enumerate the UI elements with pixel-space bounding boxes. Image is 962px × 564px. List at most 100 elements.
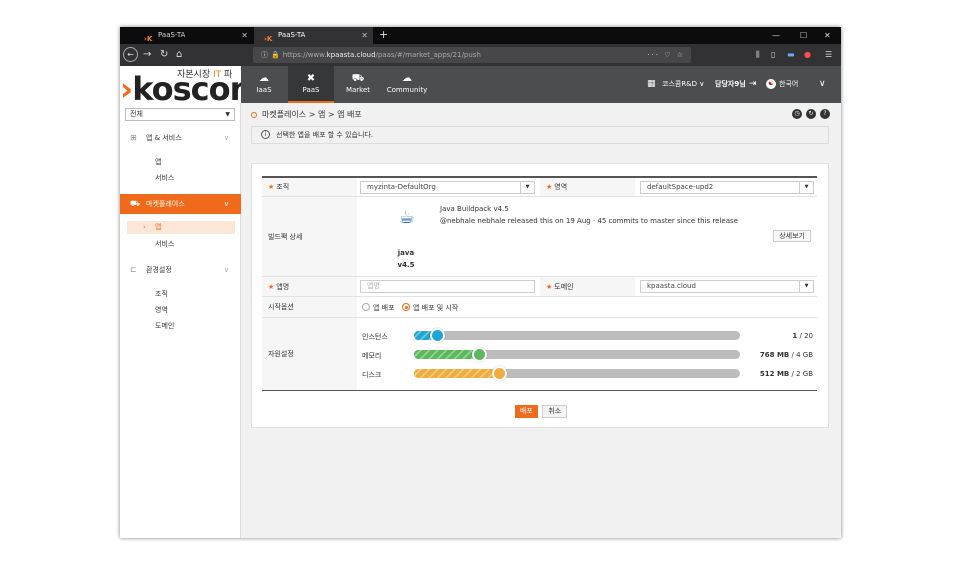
window-close-button[interactable]: ✕ <box>824 27 831 44</box>
url-bar[interactable]: ⓘ 🔒 https://www.kpaasta.cloud/paas/#/marke… <box>253 47 691 63</box>
resource-label: 자원설정 <box>262 318 357 390</box>
grid-icon[interactable]: ▦ <box>647 66 656 103</box>
refresh-icon[interactable]: ↻ <box>806 109 816 119</box>
radio-selected-icon <box>402 303 410 311</box>
sidebar-toggle-icon[interactable]: ▯ <box>771 44 775 66</box>
memory-slider-track[interactable] <box>414 350 740 359</box>
space-label: 영역 <box>554 183 568 191</box>
caret-down-icon: ▼ <box>799 281 813 292</box>
nav-iaas[interactable]: ☁ IaaS <box>241 66 287 103</box>
disk-value: 512 MB / 2 GB <box>759 370 813 378</box>
close-tab-icon[interactable]: ✕ <box>241 27 248 44</box>
url-scheme: https://www. <box>282 51 327 59</box>
reload-icon[interactable]: ↻ <box>160 47 168 63</box>
required-star-icon: ★ <box>546 282 553 291</box>
domain-select[interactable]: kpaasta.cloud ▼ <box>640 280 814 293</box>
logout-icon[interactable]: ⇥ <box>749 66 757 103</box>
cart-icon: ⛟ <box>351 73 365 84</box>
row-resources: 자원설정 인스턴스 1 / 20 메모리 768 MB / 4 GB 디스크 5… <box>262 318 817 390</box>
browser-window: ›K PaaS-TA ✕ ›K PaaS-TA ✕ + — ☐ ✕ ← → ↻ … <box>120 27 841 538</box>
korea-flag-icon: ☯ <box>766 79 776 89</box>
menu-icon[interactable]: ☰ <box>825 44 832 66</box>
radio-deploy-only[interactable]: 앱 배포 <box>362 303 395 313</box>
sidebar-group-settings[interactable]: ⊏ 환경설정 ∨ <box>120 263 241 277</box>
koscom-logo[interactable]: 자본시장 IT 파 ›koscom <box>120 66 241 103</box>
row-org-space: ★ 조직 myzinta-DefaultOrg ▼ ★ 영역 defaultSpace… <box>262 178 817 197</box>
disk-label: 디스크 <box>362 371 382 379</box>
app-name-input[interactable]: 앱명 <box>360 280 535 293</box>
notice-box: i 선택한 앱을 배포 할 수 있습니다. <box>251 126 829 144</box>
extension-red-icon[interactable]: ● <box>804 44 811 66</box>
close-tab-icon[interactable]: ✕ <box>361 27 368 44</box>
sidebar-item-domain[interactable]: 도메인 <box>155 321 174 331</box>
extension-icon[interactable]: ▬ <box>787 44 795 66</box>
sidebar-item-market-apps[interactable]: › 앱 <box>127 221 235 234</box>
browser-tab[interactable]: ›K PaaS-TA ✕ <box>134 27 253 44</box>
back-icon[interactable]: ← <box>123 47 138 62</box>
sidebar-item-market-services[interactable]: 서비스 <box>155 239 174 249</box>
sidebar-group-apps-services[interactable]: ⊞ 앱 & 서비스 ∨ <box>120 131 241 145</box>
history-icon[interactable]: ◷ <box>792 109 802 119</box>
browser-tab-active[interactable]: ›K PaaS-TA ✕ <box>254 27 373 44</box>
sidebar-item-space[interactable]: 영역 <box>155 305 168 315</box>
row-appname-domain: ★ 앱명 앱명 ★ 도메인 kpaasta.cloud ▼ <box>262 277 817 297</box>
disk-slider-track[interactable] <box>414 369 740 378</box>
start-option-label: 시작옵션 <box>262 297 357 317</box>
nav-market[interactable]: ⛟ Market <box>335 66 381 103</box>
scope-select[interactable]: 전체 ▼ <box>125 108 235 121</box>
required-star-icon: ★ <box>268 282 275 291</box>
main-content: 마켓플레이스 > 앱 > 앱 배포 ◷ ↻? i 선택한 앱을 배포 할 수 있습니… <box>241 103 841 538</box>
app-header: 자본시장 IT 파 ›koscom ☁ IaaS ✖ PaaS ⛟ Market… <box>120 66 841 103</box>
org-label: 조직 <box>276 183 290 191</box>
caret-down-icon: ▼ <box>520 182 534 193</box>
info-icon: i <box>261 130 270 139</box>
sidebar-group-marketplace[interactable]: ⛟ 마켓플레이스 ∨ <box>120 194 241 214</box>
home-icon[interactable]: ⌂ <box>176 47 182 63</box>
required-star-icon: ★ <box>546 183 553 191</box>
maximize-button[interactable]: ☐ <box>800 27 807 44</box>
nav-community[interactable]: ☁ Community <box>382 66 432 103</box>
memory-value: 768 MB / 4 GB <box>759 351 813 359</box>
memory-slider-handle[interactable] <box>471 347 487 362</box>
instance-slider-track[interactable] <box>414 331 740 340</box>
language-selector[interactable]: ☯ 한국어 <box>766 66 798 103</box>
library-icon[interactable]: ⫼ <box>756 44 760 66</box>
memory-slider-fill <box>414 350 479 359</box>
space-select[interactable]: defaultSpace-upd2 ▼ <box>640 181 814 194</box>
lock-icon: 🔒 <box>271 51 280 59</box>
deploy-button[interactable]: 배포 <box>514 405 538 418</box>
forward-icon[interactable]: → <box>143 47 151 63</box>
caret-down-icon: ▼ <box>799 182 813 193</box>
radio-deploy-and-start[interactable]: 앱 배포 및 시작 <box>402 303 458 313</box>
tools-icon: ✖ <box>306 73 316 84</box>
url-path: /paas/#/market_apps/21/push <box>375 51 481 59</box>
detail-button[interactable]: 상세보기 <box>773 230 811 242</box>
chevron-down-icon: ∨ <box>223 266 229 274</box>
breadcrumb: 마켓플레이스 > 앱 > 앱 배포 <box>251 109 362 120</box>
chevron-down-icon[interactable]: ∨ <box>819 66 826 103</box>
buildpack-description: @nebhale nebhale released this on 19 Aug… <box>440 217 738 225</box>
row-buildpack: 빌드팩 상세 ☕ java v4.5 Java Buildpack v4.5 @… <box>262 197 817 277</box>
java-icon: ☕ <box>398 207 416 228</box>
page-actions-icon[interactable]: ··· ♡ ☆ <box>647 47 685 63</box>
cancel-button[interactable]: 취소 <box>542 405 568 418</box>
nav-paas[interactable]: ✖ PaaS <box>288 66 334 103</box>
app-name-label: 앱명 <box>276 282 290 291</box>
sidebar-item-services[interactable]: 서비스 <box>155 173 174 183</box>
org-selector[interactable]: 코스콤R&D ∨ <box>662 66 704 103</box>
info-icon[interactable]: ⓘ <box>261 51 268 59</box>
sidebar-item-org[interactable]: 조직 <box>155 289 168 299</box>
cloud-icon: ☁ <box>259 73 269 84</box>
instance-slider-handle[interactable] <box>429 328 445 343</box>
disk-slider-handle[interactable] <box>491 366 507 381</box>
chevron-down-icon: ∨ <box>223 200 229 208</box>
help-icon[interactable]: ? <box>820 109 830 119</box>
radio-icon <box>362 303 370 311</box>
new-tab-button[interactable]: + <box>379 27 388 43</box>
sidebar-item-apps[interactable]: 앱 <box>155 157 161 167</box>
buildpack-label: 빌드팩 상세 <box>262 197 357 276</box>
user-name[interactable]: 담당자9님 <box>715 66 746 103</box>
org-select[interactable]: myzinta-DefaultOrg ▼ <box>360 181 535 194</box>
minimize-button[interactable]: — <box>772 27 780 44</box>
circle-icon <box>251 111 257 118</box>
